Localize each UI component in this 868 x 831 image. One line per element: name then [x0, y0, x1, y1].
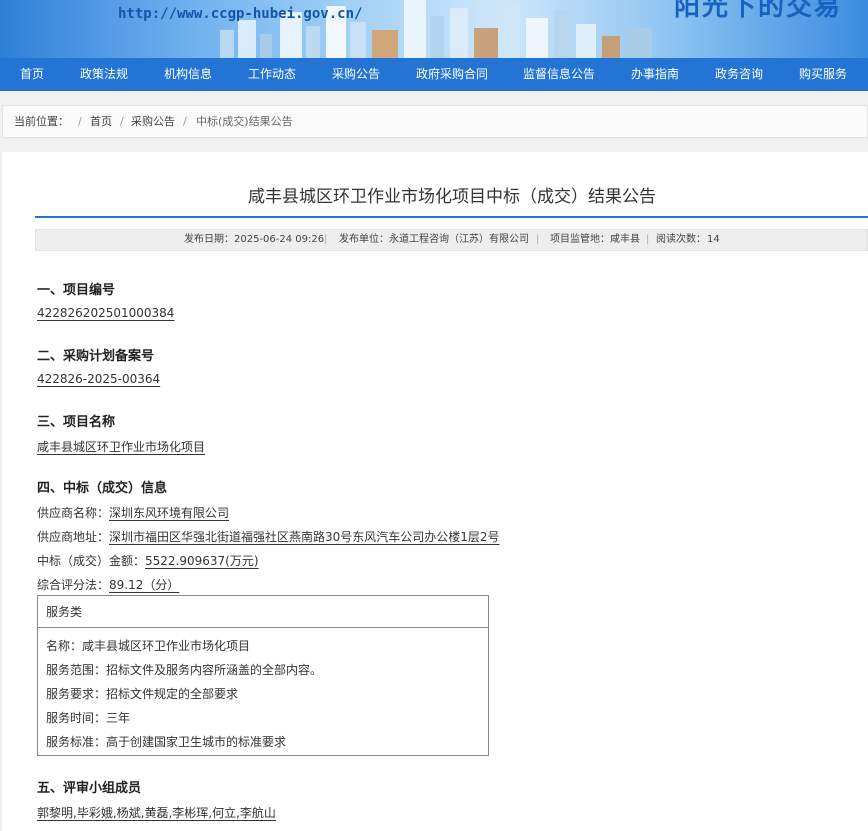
breadcrumb-separator: / [78, 115, 82, 128]
nav-service-guide[interactable]: 办事指南 [631, 58, 679, 91]
meta-divider: | [324, 234, 328, 245]
service-category-header: 服务类 [38, 596, 488, 628]
section-review-panel-title: 五、评审小组成员 [37, 781, 142, 796]
award-amount-row: 中标（成交）金额：5522.909637(万元) [37, 552, 259, 569]
breadcrumb: 当前位置： / 首页 / 采购公告 / 中标(成交)结果公告 [2, 105, 868, 138]
section-award-info-title: 四、中标（成交）信息 [37, 481, 168, 496]
meta-divider: | [646, 234, 650, 245]
notice-title: 咸丰县城区环卫作业市场化项目中标（成交）结果公告 [248, 187, 656, 207]
nav-institutions[interactable]: 机构信息 [164, 58, 212, 91]
service-info-table: 服务类 名称：咸丰县城区环卫作业市场化项目 服务范围：招标文件及服务内容所涵盖的… [37, 595, 489, 756]
evaluation-score: 89.12（分） [109, 578, 180, 592]
breadcrumb-separator: / [183, 115, 187, 128]
evaluation-score-row: 综合评分法：89.12（分） [37, 576, 179, 593]
breadcrumb-separator: / [120, 115, 124, 128]
nav-purchase-services[interactable]: 购买服务 [799, 58, 847, 91]
evaluation-score-label: 综合评分法： [37, 578, 110, 592]
project-number: 422826202501000384 [37, 306, 175, 320]
breadcrumb-home-link[interactable]: 首页 [90, 106, 112, 137]
notice-meta-bar: 发布日期：2025-06-24 09:26 | 发布单位：永道工程咨询（江苏）有… [35, 229, 868, 251]
nav-supervision-notices[interactable]: 监督信息公告 [523, 58, 595, 91]
publisher: 发布单位：永道工程咨询（江苏）有限公司 [339, 234, 529, 245]
supplier-name-label: 供应商名称： [37, 506, 110, 520]
site-url: http://www.ccgp-hubei.gov.cn/ [118, 6, 363, 22]
nav-procurement-notices[interactable]: 采购公告 [332, 58, 380, 91]
service-duration: 服务时间：三年 [46, 711, 131, 725]
nav-policies[interactable]: 政策法规 [80, 58, 128, 91]
review-panel-members: 郭黎明,毕彩娥,杨斌,黄磊,李彬珲,何立,李航山 [37, 806, 276, 820]
service-requirement: 服务要求：招标文件规定的全部要求 [46, 687, 239, 701]
section-project-number-title: 一、项目编号 [37, 283, 116, 298]
project-name: 咸丰县城区环卫作业市场化项目 [37, 440, 206, 454]
publish-date: 发布日期：2025-06-24 09:26 [184, 234, 325, 245]
meta-divider: | [536, 234, 540, 245]
main-nav: 首页 政策法规 机构信息 工作动态 采购公告 政府采购合同 监督信息公告 办事指… [0, 58, 868, 91]
supplier-address: 深圳市福田区华强北街道福强社区燕南路30号东风汽车公司办公楼1层2号 [109, 530, 500, 544]
nav-home[interactable]: 首页 [20, 58, 44, 91]
service-standard: 服务标准：高于创建国家卫生城市的标准要求 [46, 735, 287, 749]
service-name: 名称：咸丰县城区环卫作业市场化项目 [46, 639, 251, 653]
site-banner: http://www.ccgp-hubei.gov.cn/ 阳光下的交易 [0, 0, 868, 58]
supplier-address-label: 供应商地址： [37, 530, 110, 544]
nav-work-news[interactable]: 工作动态 [248, 58, 296, 91]
nav-procurement-contracts[interactable]: 政府采购合同 [416, 58, 488, 91]
plan-filing-number: 422826-2025-00364 [37, 372, 161, 386]
supervision-region: 项目监管地：咸丰县 [550, 234, 640, 245]
notice-content: 咸丰县城区环卫作业市场化项目中标（成交）结果公告 发布日期：2025-06-24… [2, 152, 868, 831]
service-scope: 服务范围：招标文件及服务内容所涵盖的全部内容。 [46, 663, 323, 677]
site-slogan: 阳光下的交易 [674, 0, 843, 22]
nav-consultation[interactable]: 政务咨询 [715, 58, 763, 91]
award-amount-label: 中标（成交）金额： [37, 554, 146, 568]
view-count: 14 [707, 234, 720, 245]
supplier-name-row: 供应商名称：深圳东风环境有限公司 [37, 504, 229, 521]
supplier-name: 深圳东风环境有限公司 [109, 506, 230, 520]
breadcrumb-current: 中标(成交)结果公告 [196, 115, 293, 128]
breadcrumb-notices-link[interactable]: 采购公告 [131, 106, 175, 137]
section-project-name-title: 三、项目名称 [37, 415, 116, 430]
breadcrumb-label: 当前位置： [14, 115, 69, 128]
title-divider [35, 216, 868, 218]
view-count-label: 阅读次数： [656, 234, 706, 245]
section-plan-number-title: 二、采购计划备案号 [37, 349, 155, 364]
award-amount: 5522.909637(万元) [145, 554, 259, 568]
supplier-address-row: 供应商地址：深圳市福田区华强北街道福强社区燕南路30号东风汽车公司办公楼1层2号 [37, 528, 500, 545]
